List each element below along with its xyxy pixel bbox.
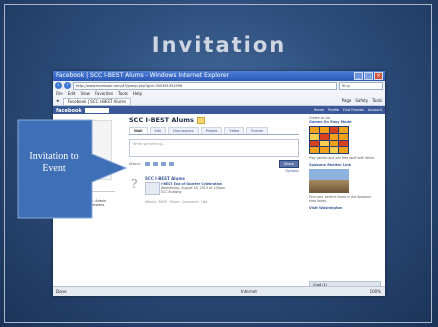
tab-info[interactable]: Info: [149, 127, 167, 134]
event-icon[interactable]: [160, 161, 166, 166]
ad2-image[interactable]: [309, 169, 349, 193]
attach-row: Attach: Share: [129, 160, 299, 168]
zone-text: Internet: [241, 289, 257, 294]
link-icon[interactable]: [168, 161, 174, 166]
command-bar: Page Safety Tools: [342, 97, 382, 105]
share-button[interactable]: Share: [278, 160, 299, 168]
event-attachment[interactable]: I-BEST End of Quarter Celebration Wednes…: [145, 182, 295, 196]
menu-favorites[interactable]: Favorites: [95, 90, 113, 97]
wall-story: ? SCC I-BEST Alums I-BEST End of Quarter…: [129, 176, 299, 224]
tab-wall[interactable]: Wall: [129, 127, 148, 134]
search-input[interactable]: Bing: [339, 81, 383, 90]
window-controls: _ □ ×: [354, 72, 383, 80]
page-menu[interactable]: Page: [342, 97, 352, 105]
tab-discussions[interactable]: Discussions: [168, 127, 199, 134]
forward-icon[interactable]: ›: [64, 82, 71, 89]
facebook-search-input[interactable]: [84, 108, 109, 113]
favorites-bar: ★ Facebook | SCC I-BEST Alums Page Safet…: [53, 97, 385, 106]
back-icon[interactable]: ‹: [55, 82, 62, 89]
slide: Invitation Facebook | SCC I-BEST Alums -…: [0, 0, 438, 327]
event-where: SCC Building: [161, 190, 182, 194]
story-author[interactable]: SCC I-BEST Alums: [145, 176, 185, 181]
address-bar: ‹ › http://www.facebook.com/#!/group.php…: [53, 81, 385, 90]
minimize-icon[interactable]: _: [354, 72, 363, 80]
browser-tab[interactable]: Facebook | SCC I-BEST Alums: [62, 98, 132, 106]
ad-image[interactable]: [309, 126, 349, 154]
group-main: SCC I-BEST Alums Wall Info Discussions P…: [129, 116, 299, 276]
url-field[interactable]: http://www.facebook.com/#!/group.php?gid…: [73, 81, 337, 90]
status-text: Done: [56, 289, 67, 294]
ad2-title[interactable]: Spokane Realtor Link: [309, 163, 379, 167]
star-icon[interactable]: ★: [56, 97, 60, 105]
menu-help[interactable]: Help: [133, 90, 142, 97]
ad-title[interactable]: Games On Easy Mode: [309, 120, 379, 124]
tab-video[interactable]: Video: [224, 127, 245, 134]
story-actions[interactable]: Attend · RSVP · Share · Comment · Like: [145, 200, 207, 204]
status-bar: Done Internet 100%: [53, 286, 385, 296]
right-column: Create an Ad Games On Easy Mode Play gam…: [309, 116, 379, 281]
group-badge-icon: [196, 116, 205, 124]
options-link[interactable]: Options: [129, 169, 299, 173]
group-name: SCC I-BEST Alums: [129, 116, 299, 124]
wall-composer[interactable]: Write something...: [129, 139, 299, 157]
close-icon[interactable]: ×: [374, 72, 383, 80]
ad2-text: Find your perfect home in the Spokane ar…: [309, 195, 372, 203]
tools-menu[interactable]: Tools: [372, 97, 382, 105]
window-titlebar: Facebook | SCC I-BEST Alums - Windows In…: [53, 71, 385, 81]
callout-text: Invitation to Event: [29, 151, 79, 174]
group-tabs: Wall Info Discussions Photos Video Event…: [129, 127, 299, 135]
photo-icon[interactable]: [144, 161, 150, 166]
slide-title: Invitation: [151, 33, 287, 57]
video-icon[interactable]: [152, 161, 158, 166]
ad-text: Play games and win free stuff with Wikia…: [309, 156, 375, 160]
ad3-title[interactable]: Visit Washington: [309, 206, 379, 210]
tab-photos[interactable]: Photos: [200, 127, 223, 134]
safety-menu[interactable]: Safety: [355, 97, 368, 105]
tab-events[interactable]: Events: [246, 127, 269, 134]
maximize-icon[interactable]: □: [364, 72, 373, 80]
menu-edit[interactable]: Edit: [68, 90, 76, 97]
story-question-icon: ?: [131, 177, 138, 191]
menu-bar: File Edit View Favorites Tools Help: [53, 90, 385, 97]
group-name-text: SCC I-BEST Alums: [129, 116, 194, 124]
zoom-level[interactable]: 100%: [370, 287, 381, 296]
event-thumbnail: [145, 182, 160, 195]
menu-view[interactable]: View: [80, 90, 90, 97]
menu-file[interactable]: File: [56, 90, 63, 97]
attach-label: Attach:: [129, 161, 142, 166]
event-details: I-BEST End of Quarter Celebration Wednes…: [161, 182, 225, 194]
callout-arrow: Invitation to Event: [16, 118, 128, 220]
window-title: Facebook | SCC I-BEST Alums - Windows In…: [56, 72, 230, 79]
menu-tools[interactable]: Tools: [118, 90, 128, 97]
facebook-logo[interactable]: facebook: [53, 108, 82, 114]
